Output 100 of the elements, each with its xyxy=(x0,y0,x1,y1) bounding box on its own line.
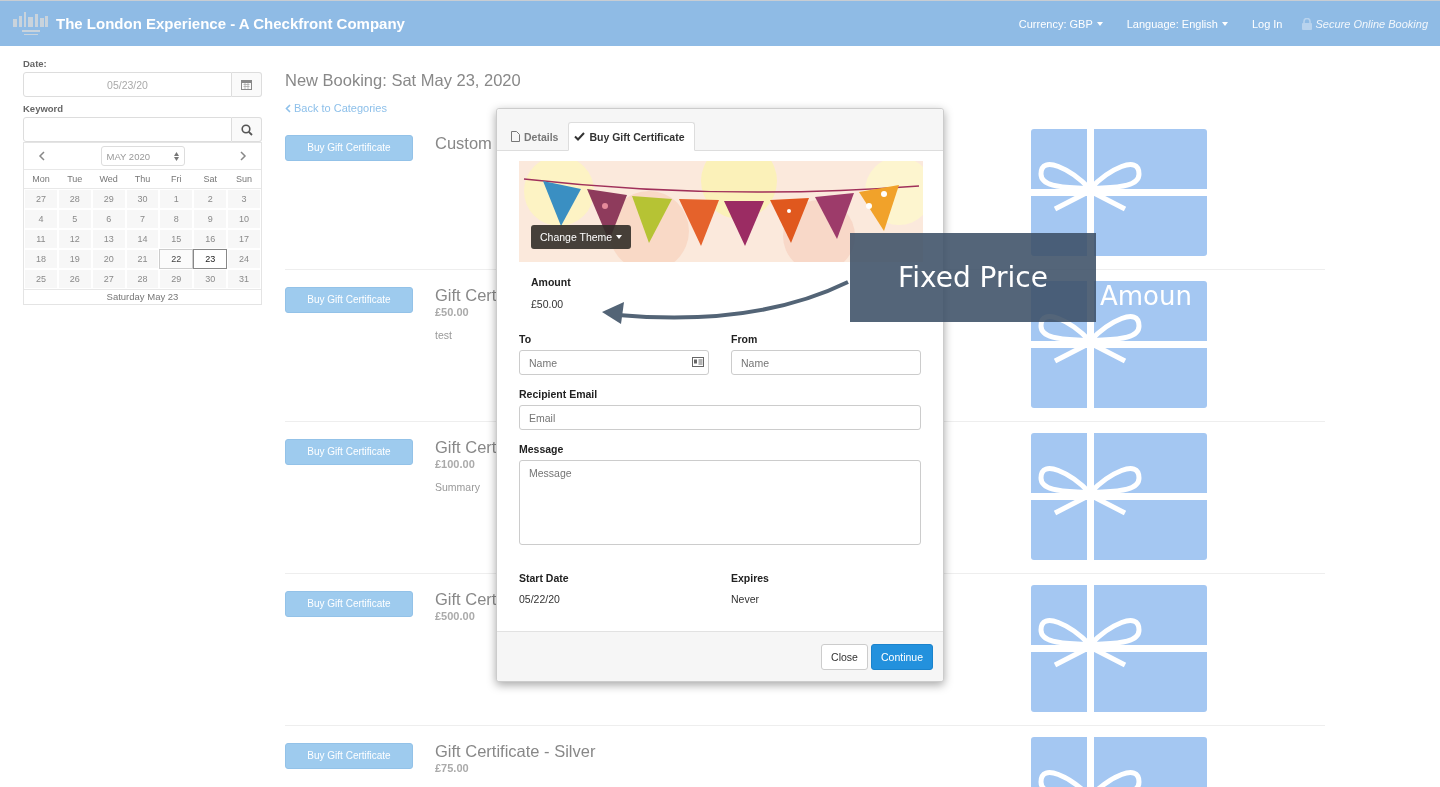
calendar-day[interactable]: 22 xyxy=(159,249,194,269)
field-label: Message xyxy=(519,443,565,455)
message-field[interactable]: Message xyxy=(519,460,921,545)
calendar-day[interactable]: 21 xyxy=(125,249,160,269)
checkmark-icon xyxy=(574,132,586,141)
calendar-day[interactable]: 5 xyxy=(57,209,92,229)
nav-link[interactable]: Log In xyxy=(1247,17,1287,30)
calendar-day[interactable]: 20 xyxy=(91,249,126,269)
lock-icon xyxy=(1302,17,1313,30)
calendar-day[interactable]: 12 xyxy=(57,229,92,249)
info-label: Start Date xyxy=(519,572,569,584)
calendar-day[interactable]: 2 xyxy=(193,189,228,209)
amount-value: £50.00 xyxy=(531,298,565,310)
item-price: £100.00 xyxy=(435,457,475,470)
date-label: Date: xyxy=(23,58,47,69)
calendar-day[interactable]: 28 xyxy=(57,189,92,209)
weekday-label: Fri xyxy=(170,174,183,184)
month-select[interactable]: MAY 2020 xyxy=(100,146,185,166)
dialog-tab[interactable]: Buy Gift Certificate xyxy=(568,122,695,151)
calendar-day[interactable]: 31 xyxy=(227,269,261,289)
item-price: £500.00 xyxy=(435,609,475,622)
calendar-day[interactable]: 1 xyxy=(159,189,194,209)
item-description: test xyxy=(435,328,452,341)
nav-dropdown[interactable]: Language: English xyxy=(1122,17,1232,30)
info-value: 05/22/20 xyxy=(519,593,560,605)
back-link[interactable]: Back to Categories xyxy=(285,102,387,114)
item-title: Gift Cert xyxy=(435,285,497,305)
date-field[interactable]: 05/23/20 xyxy=(23,72,232,97)
calendar-day[interactable]: 25 xyxy=(24,269,58,289)
calendar-day[interactable]: 26 xyxy=(57,269,92,289)
dialog-button[interactable]: Close xyxy=(821,643,868,670)
calendar-day[interactable]: 28 xyxy=(125,269,160,289)
calendar-day[interactable]: 18 xyxy=(24,249,58,269)
calendar-day[interactable]: 30 xyxy=(125,189,160,209)
nav-dropdown[interactable]: Currency: GBP xyxy=(1014,17,1107,30)
calendar-day[interactable]: 27 xyxy=(91,269,126,289)
info-value: Never xyxy=(731,593,759,605)
calendar-day[interactable]: 11 xyxy=(24,229,58,249)
page-heading: New Booking: Sat May 23, 2020 xyxy=(285,71,522,91)
calendar-day[interactable]: 15 xyxy=(159,229,194,249)
calendar-day[interactable]: 7 xyxy=(125,209,160,229)
weekday-label: Tue xyxy=(66,174,84,184)
calendar-day[interactable]: 14 xyxy=(125,229,160,249)
calendar-day[interactable]: 10 xyxy=(227,209,261,229)
calendar-day[interactable]: 23 xyxy=(193,249,228,269)
calendar-day[interactable]: 16 xyxy=(193,229,228,249)
calendar-button[interactable] xyxy=(232,72,262,97)
search-button[interactable] xyxy=(232,117,262,142)
change-theme-button[interactable]: Change Theme xyxy=(531,225,632,249)
item-title: Gift Cert xyxy=(435,437,497,457)
dialog-tab[interactable]: Details xyxy=(505,122,569,151)
dialog-button[interactable]: Continue xyxy=(870,643,933,670)
text-field[interactable]: Email xyxy=(519,405,921,430)
chevron-left-icon xyxy=(285,103,291,113)
item-price: £50.00 xyxy=(435,305,469,318)
search-icon xyxy=(240,123,253,136)
info-label: Expires xyxy=(731,572,769,584)
keyword-field[interactable] xyxy=(23,117,232,142)
field-label: From xyxy=(731,333,759,345)
calendar-icon xyxy=(241,79,252,90)
calendar-day[interactable]: 19 xyxy=(57,249,92,269)
calendar-day[interactable]: 17 xyxy=(227,229,261,249)
item-title: Custom xyxy=(435,133,492,153)
weekday-label: Mon xyxy=(31,174,51,184)
weekday-label: Wed xyxy=(98,174,119,184)
calendar-day[interactable]: 8 xyxy=(159,209,194,229)
calendar-day[interactable]: 4 xyxy=(24,209,58,229)
annotation-text: Amoun xyxy=(1100,281,1192,311)
selected-date-label: Saturday May 23 xyxy=(24,289,261,304)
site-title: The London Experience - A Checkfront Company xyxy=(56,15,405,32)
calendar-day[interactable]: 24 xyxy=(227,249,261,269)
name-field[interactable]: Name xyxy=(519,350,709,375)
item-price: £75.00 xyxy=(435,761,469,774)
chevron-right-icon xyxy=(239,150,247,161)
calendar-day[interactable]: 30 xyxy=(193,269,228,289)
calendar-day[interactable]: 29 xyxy=(91,189,126,209)
keyword-label: Keyword xyxy=(23,103,64,114)
calendar-day[interactable]: 3 xyxy=(227,189,261,209)
updown-icon xyxy=(173,151,179,161)
calendar-day[interactable]: 29 xyxy=(159,269,194,289)
annotation-callout: Fixed Price xyxy=(850,233,1096,322)
field-label: Recipient Email xyxy=(519,388,599,400)
item-title: Gift Cert xyxy=(435,589,497,609)
calendar-day[interactable]: 13 xyxy=(91,229,126,249)
item-description: Summary xyxy=(435,480,480,493)
field-label: To xyxy=(519,333,533,345)
weekday-label: Thu xyxy=(133,174,152,184)
contact-card-icon xyxy=(692,357,704,367)
amount-label: Amount xyxy=(531,276,572,288)
calendar-day[interactable]: 27 xyxy=(24,189,58,209)
weekday-label: Sun xyxy=(235,174,254,184)
chevron-left-icon xyxy=(38,150,46,161)
secure-booking-label: Secure Online Booking xyxy=(1315,17,1428,30)
calendar-day[interactable]: 9 xyxy=(193,209,228,229)
item-title: Gift Certificate - Silver xyxy=(435,741,596,761)
weekday-label: Sat xyxy=(202,174,218,184)
city-skyline-logo xyxy=(12,9,50,38)
text-field[interactable]: Name xyxy=(731,350,921,375)
document-icon xyxy=(511,131,520,142)
calendar-day[interactable]: 6 xyxy=(91,209,126,229)
